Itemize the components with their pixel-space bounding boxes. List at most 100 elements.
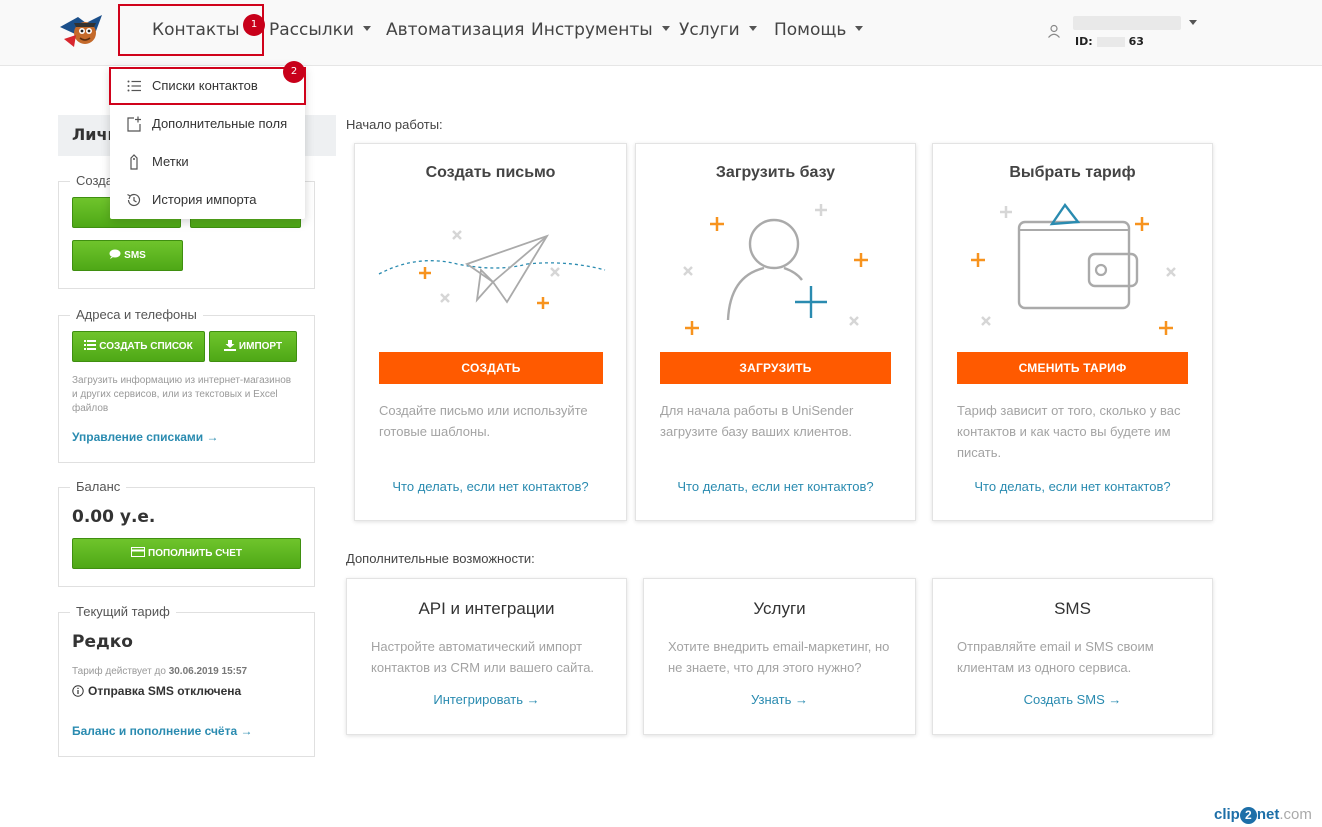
menu-item-import-history[interactable]: История импорта (110, 181, 305, 219)
integrate-link[interactable]: Интегрировать → (347, 692, 626, 707)
upload-button[interactable]: ЗАГРУЗИТЬ (660, 352, 891, 384)
addresses-panel: Адреса и телефоны СОЗДАТЬ СПИСОК ИМПОРТ … (58, 307, 315, 463)
brand-part-d: .com (1279, 806, 1312, 823)
menu-item-label: Метки (152, 154, 189, 169)
wallet-icon (971, 202, 1176, 335)
create-sms-button[interactable]: SMS (72, 240, 183, 271)
card-description: Настройте автоматический импорт контакто… (371, 639, 595, 675)
addresses-description: Загрузить информацию из интернет-магазин… (72, 375, 292, 414)
sms-status-text: Отправка SMS отключена (88, 684, 242, 698)
user-icon[interactable] (1047, 24, 1061, 38)
tariff-panel-legend: Текущий тариф (70, 604, 176, 619)
menu-item-tags[interactable]: Метки (110, 143, 305, 181)
card-description: Для начала работы в UniSender загрузите … (660, 403, 854, 439)
card-create-email: Создать письмо СОЗДАТЬ Создайте письмо и… (354, 143, 627, 521)
credit-card-icon (131, 547, 146, 558)
no-contacts-link[interactable]: Что делать, если нет контактов? (355, 479, 626, 494)
topup-button[interactable]: ПОПОЛНИТЬ СЧЕТ (72, 538, 301, 569)
card-description: Создайте письмо или используйте готовые … (379, 403, 588, 439)
card-api-integrations: API и интеграции Настройте автоматически… (346, 578, 627, 735)
user-id-masked (1096, 37, 1125, 47)
user-id: ID: 63 (1075, 35, 1144, 48)
card-sms: SMS Отправляйте email и SMS своим клиент… (932, 578, 1213, 735)
card-title: SMS (1054, 599, 1091, 618)
nav-services-label: Услуги (679, 20, 740, 40)
nav-automation-label: Автоматизация (386, 20, 525, 40)
chevron-down-icon (661, 25, 670, 31)
add-user-icon (683, 204, 868, 335)
highlight-box-contacts (118, 4, 264, 56)
nav-automation[interactable]: Автоматизация (386, 20, 524, 40)
addresses-panel-legend: Адреса и телефоны (70, 307, 203, 322)
card-choose-tariff: Выбрать тариф СМЕНИТЬ ТАРИФ Тариф зависи… (932, 143, 1213, 521)
create-list-label: СОЗДАТЬ СПИСОК (99, 341, 193, 352)
import-label: ИМПОРТ (238, 341, 283, 352)
info-icon (72, 685, 84, 697)
nav-campaigns-label: Рассылки (269, 20, 354, 40)
topup-label: ПОПОЛНИТЬ СЧЕТ (148, 548, 242, 559)
nav-services[interactable]: Услуги (679, 20, 757, 40)
tariff-validity-date: 30.06.2019 15:57 (168, 666, 248, 677)
learn-link[interactable]: Узнать → (644, 692, 915, 707)
card-description: Тариф зависит от того, сколько у вас кон… (957, 403, 1181, 460)
download-icon (223, 339, 236, 351)
nav-tools[interactable]: Инструменты (531, 20, 670, 40)
balance-panel: Баланс 0.00 у.е. ПОПОЛНИТЬ СЧЕТ (58, 479, 315, 587)
balance-panel-legend: Баланс (70, 479, 127, 494)
user-id-suffix: 63 (1128, 35, 1144, 48)
create-sms-link[interactable]: Создать SMS → (933, 692, 1212, 707)
card-title: Услуги (753, 599, 806, 618)
card-title: API и интеграции (418, 599, 555, 618)
paper-plane-icon (378, 230, 606, 309)
nav-help-label: Помощь (774, 20, 847, 40)
no-contacts-link[interactable]: Что делать, если нет контактов? (636, 479, 915, 494)
chevron-down-icon (362, 25, 371, 31)
card-title: Загрузить базу (715, 164, 836, 181)
card-description: Хотите внедрить email-маркетинг, но не з… (668, 639, 890, 675)
step-badge-1: 1 (243, 14, 265, 36)
tariff-validity: Тариф действует до 30.06.2019 15:57 (72, 665, 247, 679)
chevron-down-icon (855, 25, 864, 31)
nav-campaigns[interactable]: Рассылки (269, 20, 371, 40)
balance-topup-link[interactable]: Баланс и пополнение счёта → (72, 724, 253, 738)
tariff-validity-prefix: Тариф действует до (72, 666, 166, 677)
menu-item-label: История импорта (152, 192, 257, 207)
extra-section-label: Дополнительные возможности: (346, 551, 535, 566)
start-section-label: Начало работы: (346, 117, 443, 132)
menu-item-label: Дополнительные поля (152, 116, 288, 131)
change-tariff-button[interactable]: СМЕНИТЬ ТАРИФ (957, 352, 1188, 384)
card-title: Создать письмо (425, 164, 556, 181)
tariff-panel: Текущий тариф Редко Тариф действует до 3… (58, 604, 315, 757)
user-id-prefix: ID: (1075, 35, 1093, 48)
brand-part-a: clip (1214, 806, 1240, 823)
import-button[interactable]: ИМПОРТ (209, 331, 297, 362)
card-title: Выбрать тариф (1009, 164, 1136, 181)
brand-part-b: 2 (1239, 807, 1257, 824)
chevron-down-icon (748, 25, 757, 31)
brand-part-c: net (1256, 806, 1280, 823)
manage-lists-link[interactable]: Управление списками → (72, 430, 219, 444)
no-contacts-link[interactable]: Что делать, если нет контактов? (933, 479, 1212, 494)
clip2net-watermark: clip 2 net.com (1214, 806, 1312, 824)
sms-button-label: SMS (124, 250, 146, 261)
step-badge-2: 2 (283, 61, 305, 83)
user-menu-chevron-icon[interactable] (1189, 20, 1197, 25)
create-list-button[interactable]: СОЗДАТЬ СПИСОК (72, 331, 205, 362)
user-name-masked[interactable] (1073, 16, 1181, 30)
card-services: Услуги Хотите внедрить email-маркетинг, … (643, 578, 916, 735)
history-icon (127, 193, 141, 207)
list-icon (84, 340, 97, 351)
sms-status: Отправка SMS отключена (72, 684, 241, 698)
tariff-name: Редко (72, 632, 133, 652)
tag-icon (130, 154, 138, 170)
chat-bubble-icon (109, 249, 121, 260)
highlight-box-contact-lists (109, 67, 306, 105)
card-upload-base: Загрузить базу ЗАГРУЗИТЬ Для начала рабо… (635, 143, 916, 521)
nav-tools-label: Инструменты (531, 20, 653, 40)
add-field-icon (127, 116, 141, 132)
card-description: Отправляйте email и SMS своим клиентам и… (957, 639, 1154, 675)
create-button[interactable]: СОЗДАТЬ (379, 352, 603, 384)
nav-help[interactable]: Помощь (774, 20, 864, 40)
menu-item-additional-fields[interactable]: Дополнительные поля (110, 105, 305, 143)
unisender-logo[interactable] (56, 9, 106, 53)
